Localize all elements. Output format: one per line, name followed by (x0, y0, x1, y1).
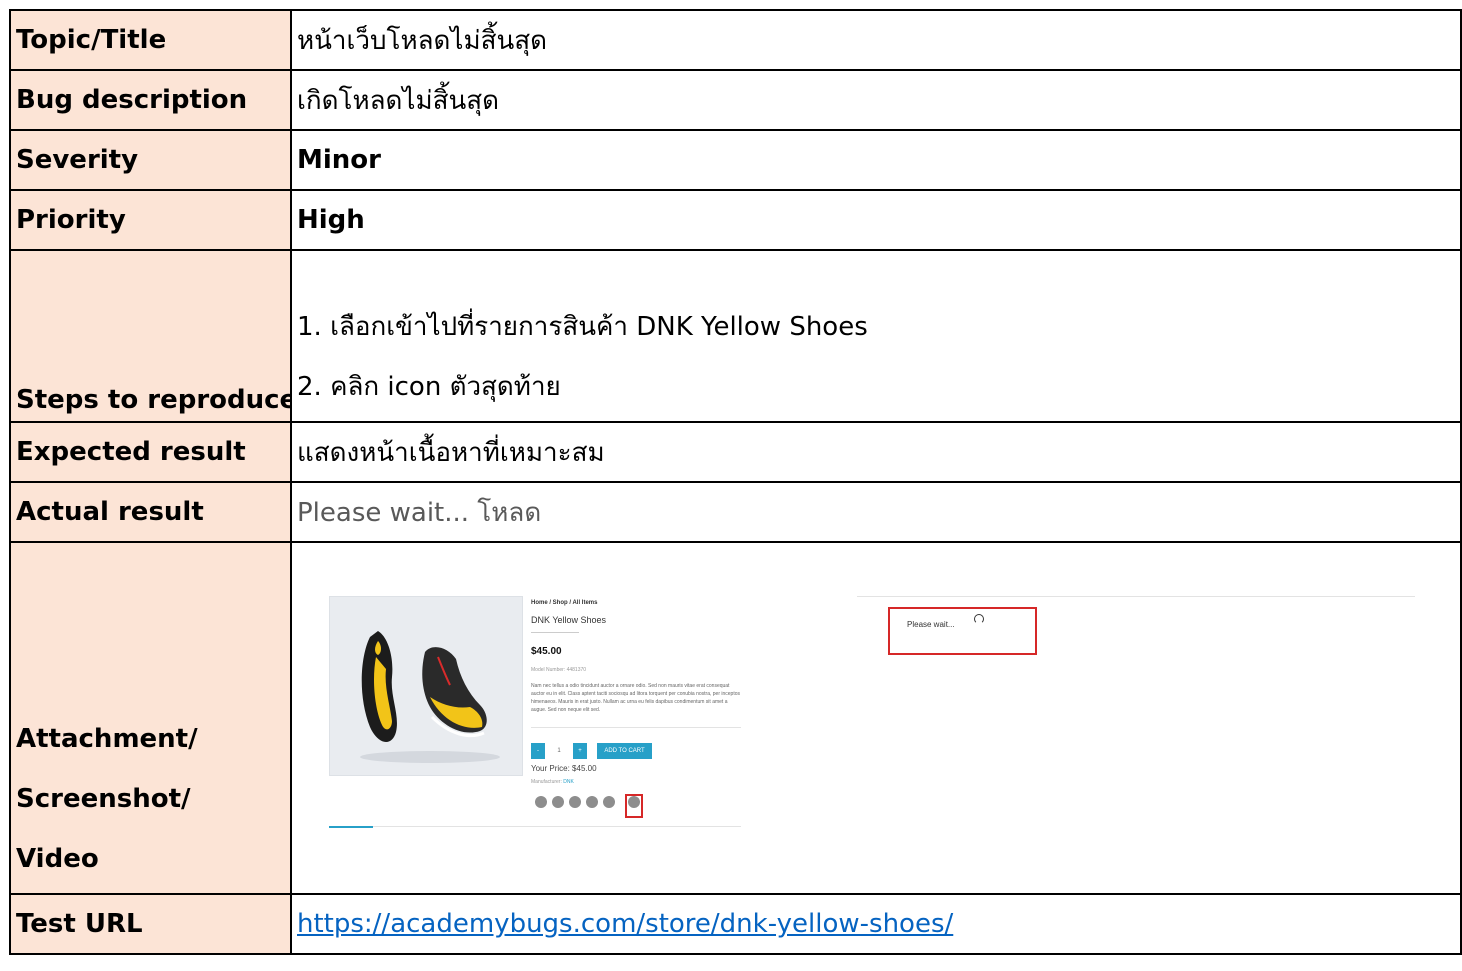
label-bug-description: Bug description (9, 69, 292, 131)
shot-your-price: Your Price: $45.00 (531, 764, 597, 773)
label-steps: Steps to reproduce (9, 249, 292, 423)
email-icon[interactable] (569, 796, 581, 808)
label-topic: Topic/Title (9, 9, 292, 71)
value-attachment: Home / Shop / All Items DNK Yellow Shoes… (290, 541, 1462, 895)
value-expected: แสดงหน้าเนื้อหาที่เหมาะสม (290, 421, 1462, 483)
value-test-url: https://academybugs.com/store/dnk-yellow… (290, 893, 1462, 955)
attachment-screenshot: Home / Shop / All Items DNK Yellow Shoes… (297, 548, 1457, 888)
shot-quantity[interactable]: 1 (551, 743, 567, 759)
yellow-shoes-image (360, 631, 500, 763)
shot-loading-panel-line (857, 596, 1415, 597)
linkedin-icon[interactable] (603, 796, 615, 808)
label-attachment: Attachment/ Screenshot/ Video (9, 541, 292, 895)
highlight-loading-box (888, 607, 1037, 655)
shot-model-number: Model Number: 4481370 (531, 667, 587, 673)
label-test-url: Test URL (9, 893, 292, 955)
facebook-icon[interactable] (535, 796, 547, 808)
value-severity: Minor (290, 129, 1462, 191)
value-bug-description: เกิดโหลดไม่สิ้นสุด (290, 69, 1462, 131)
highlight-last-icon (625, 794, 643, 818)
label-priority: Priority (9, 189, 292, 251)
shot-product-name: DNK Yellow Shoes (531, 615, 607, 625)
label-severity: Severity (9, 129, 292, 191)
step-2: 2. คลิก icon ตัวสุดท้าย (297, 372, 561, 402)
label-expected: Expected result (9, 421, 292, 483)
value-actual: Please wait... โหลด (290, 481, 1462, 543)
row-actual: Actual result Please wait... โหลด (9, 481, 1462, 543)
row-attachment: Attachment/ Screenshot/ Video Home / Sho… (9, 541, 1462, 895)
shot-price: $45.00 (531, 646, 562, 657)
shot-bottom-line (329, 826, 741, 827)
shot-minus-button[interactable]: - (531, 743, 545, 759)
label-attachment-line-1: Attachment/ (16, 724, 198, 754)
shot-breadcrumb: Home / Shop / All Items (531, 600, 598, 606)
test-url-link[interactable]: https://academybugs.com/store/dnk-yellow… (297, 909, 953, 939)
shot-add-to-cart-button[interactable]: ADD TO CART (597, 743, 652, 759)
bug-report-table: Topic/Title หน้าเว็บโหลดไม่สิ้นสุด Bug d… (9, 9, 1462, 955)
row-priority: Priority High (9, 189, 1462, 251)
shot-plus-button[interactable]: + (573, 743, 587, 759)
row-steps: Steps to reproduce 1. เลือกเข้าไปที่รายก… (9, 249, 1462, 423)
row-severity: Severity Minor (9, 129, 1462, 191)
label-attachment-line-2: Screenshot/ (16, 784, 191, 814)
row-bug-description: Bug description เกิดโหลดไม่สิ้นสุด (9, 69, 1462, 131)
x-icon[interactable] (552, 796, 564, 808)
step-1: 1. เลือกเข้าไปที่รายการสินค้า DNK Yellow… (297, 312, 868, 342)
shot-description: Nam nec tellus a odio tincidunt auctor a… (531, 683, 741, 713)
shot-manufacturer-value[interactable]: DNK (563, 779, 574, 785)
row-expected: Expected result แสดงหน้าเนื้อหาที่เหมาะส… (9, 421, 1462, 483)
pinterest-icon[interactable] (586, 796, 598, 808)
shot-manufacturer-label: Manufacturer: (531, 779, 562, 785)
value-priority: High (290, 189, 1462, 251)
value-topic: หน้าเว็บโหลดไม่สิ้นสุด (290, 9, 1462, 71)
row-test-url: Test URL https://academybugs.com/store/d… (9, 893, 1462, 955)
shot-title-underline (531, 632, 579, 633)
product-image (329, 596, 523, 776)
row-topic: Topic/Title หน้าเว็บโหลดไม่สิ้นสุด (9, 9, 1462, 71)
label-actual: Actual result (9, 481, 292, 543)
shot-manufacturer: Manufacturer: DNK (531, 779, 574, 785)
label-attachment-line-3: Video (16, 844, 99, 874)
shot-tab-indicator (329, 826, 373, 828)
shot-separator (531, 727, 741, 728)
value-steps: 1. เลือกเข้าไปที่รายการสินค้า DNK Yellow… (290, 249, 1462, 423)
